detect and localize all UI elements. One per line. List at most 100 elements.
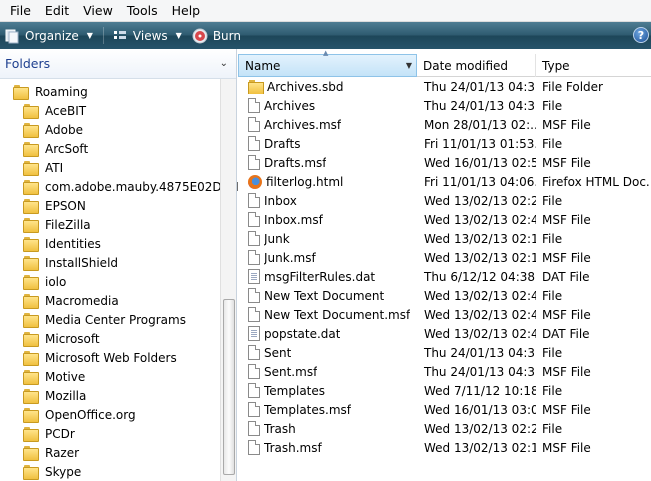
folder-icon [23,275,39,290]
folder-tree-item[interactable]: Skype [23,462,81,481]
column-header-date-modified[interactable]: Date modified [417,54,536,77]
help-icon[interactable]: ? [633,27,649,43]
file-row[interactable]: Archives Thu 24/01/13 04:3... File [238,96,651,115]
file-row[interactable]: Trash.msf Wed 13/02/13 02:1... MSF File [238,438,651,457]
file-row[interactable]: Archives.sbd Thu 24/01/13 04:3... File Fol… [238,77,651,96]
folder-icon [23,370,39,385]
file-row[interactable]: Sent Thu 24/01/13 04:3... File [238,343,651,362]
folder-tree-item[interactable]: OpenOffice.org [23,405,136,424]
file-name-cell: Templates.msf [238,402,417,417]
folder-tree-item-label: ArcSoft [45,141,89,156]
file-row[interactable]: filterlog.html Fri 11/01/13 04:06... Firef… [238,172,651,191]
file-type: File [542,98,563,113]
folder-tree-item[interactable]: Mozilla [23,386,86,405]
file-name-cell: filterlog.html [238,174,417,189]
file-row[interactable]: Trash Wed 13/02/13 02:2... File [238,419,651,438]
scrollbar-thumb[interactable] [223,299,235,475]
folder-tree-item[interactable]: Media Center Programs [23,310,186,329]
menu-file[interactable]: File [4,0,39,22]
file-row[interactable]: New Text Document Wed 13/02/13 02:4... Fil… [238,286,651,305]
views-button[interactable]: Views ▼ [108,22,188,49]
menu-help[interactable]: Help [166,0,209,22]
file-name-cell: msgFilterRules.dat [238,269,417,284]
column-header-name[interactable]: ▲ Name ▼ [238,49,417,77]
file-date-modified: Wed 13/02/13 02:4... [424,326,536,341]
chevron-down-icon[interactable]: ▼ [406,61,412,70]
folder-tree-item[interactable]: Adobe [23,120,83,139]
file-icon [248,402,260,417]
file-row[interactable]: Drafts.msf Wed 16/01/13 02:5... MSF File [238,153,651,172]
file-date-modified: Thu 24/01/13 04:3... [424,79,536,94]
folder-tree-item[interactable]: Macromedia [23,291,119,310]
folder-tree-item[interactable]: iolo [23,272,66,291]
file-date-modified: Wed 13/02/13 02:1... [424,231,536,246]
folder-tree-item[interactable]: Microsoft Web Folders [23,348,177,367]
folder-icon [23,446,39,461]
folder-tree-item[interactable]: AceBIT [23,101,86,120]
folder-tree-item[interactable]: Identities [23,234,101,253]
file-icon [248,383,260,398]
file-date-modified: Wed 13/02/13 02:1... [424,250,536,265]
folder-tree-item-label: iolo [45,274,67,289]
burn-disc-icon [192,28,208,43]
folder-tree-item[interactable]: ArcSoft [23,139,88,158]
menu-tools[interactable]: Tools [121,0,166,22]
file-type: MSF File [542,364,591,379]
file-name: Trash [264,421,296,436]
file-row[interactable]: Archives.msf Mon 28/01/13 02:... MSF File [238,115,651,134]
dat-icon [248,269,260,284]
menu-view[interactable]: View [77,0,121,22]
file-row[interactable]: popstate.dat Wed 13/02/13 02:4... DAT File [238,324,651,343]
folder-icon [23,294,39,309]
folder-tree-item[interactable]: FileZilla [23,215,91,234]
organize-button[interactable]: Organize ▼ [0,22,99,49]
file-row[interactable]: Sent.msf Thu 24/01/13 04:3... MSF File [238,362,651,381]
folder-tree-item[interactable]: Roaming [13,82,88,101]
file-icon [248,288,260,303]
file-row[interactable]: Junk Wed 13/02/13 02:1... File [238,229,651,248]
chevron-down-icon[interactable]: ⌄ [220,58,228,69]
file-row[interactable]: Templates Wed 7/11/12 10:18... File [238,381,651,400]
folder-tree-item[interactable]: Microsoft [23,329,100,348]
file-row[interactable]: Templates.msf Wed 16/01/13 03:0... MSF Fil… [238,400,651,419]
file-name: Inbox [264,193,297,208]
file-name: New Text Document [264,288,385,303]
folder-tree-item[interactable]: InstallShield [23,253,118,272]
burn-button[interactable]: Burn [188,22,247,49]
file-row[interactable]: Drafts Fri 11/01/13 01:53... File [238,134,651,153]
folder-tree-scrollbar[interactable] [220,79,236,481]
file-name-cell: Trash.msf [238,440,417,455]
file-icon [248,345,260,360]
folder-tree-item[interactable]: Razer [23,443,79,462]
folders-pane: Folders ⌄ Roaming AceBIT Adobe ArcSoft ATI co… [0,49,244,481]
folder-tree-item-label: Media Center Programs [45,312,186,327]
file-row[interactable]: Inbox Wed 13/02/13 02:2... File [238,191,651,210]
file-type: File [542,345,563,360]
file-name: Trash.msf [264,440,322,455]
file-type: Firefox HTML Doc... [542,174,651,189]
folder-tree-item[interactable]: PCDr [23,424,75,443]
folders-header[interactable]: Folders ⌄ [0,49,236,79]
file-type: MSF File [542,440,591,455]
folder-tree-item[interactable]: EPSON [23,196,86,215]
folder-icon [23,180,39,195]
file-row[interactable]: msgFilterRules.dat Thu 6/12/12 04:38... DA… [238,267,651,286]
folder-tree-item-label: FileZilla [45,217,91,232]
folder-tree-item-label: InstallShield [45,255,119,270]
folder-tree-item[interactable]: com.adobe.mauby.4875E02D9FB [23,177,244,196]
file-row[interactable]: Junk.msf Wed 13/02/13 02:1... MSF File [238,248,651,267]
file-row[interactable]: New Text Document.msf Wed 13/02/13 02:4..… [238,305,651,324]
menu-edit[interactable]: Edit [39,0,77,22]
views-label: Views [132,28,168,43]
file-icon [248,250,260,265]
file-type: File [542,421,563,436]
file-type: MSF File [542,250,591,265]
organize-icon [5,29,19,43]
menu-bar: File Edit View Tools Help [0,0,651,22]
file-name: Drafts.msf [264,155,327,170]
file-row[interactable]: Inbox.msf Wed 13/02/13 02:4... MSF File [238,210,651,229]
folder-icon [23,161,39,176]
folder-tree-item[interactable]: Motive [23,367,85,386]
folder-tree-item[interactable]: ATI [23,158,63,177]
column-header-type[interactable]: Type [536,54,651,77]
